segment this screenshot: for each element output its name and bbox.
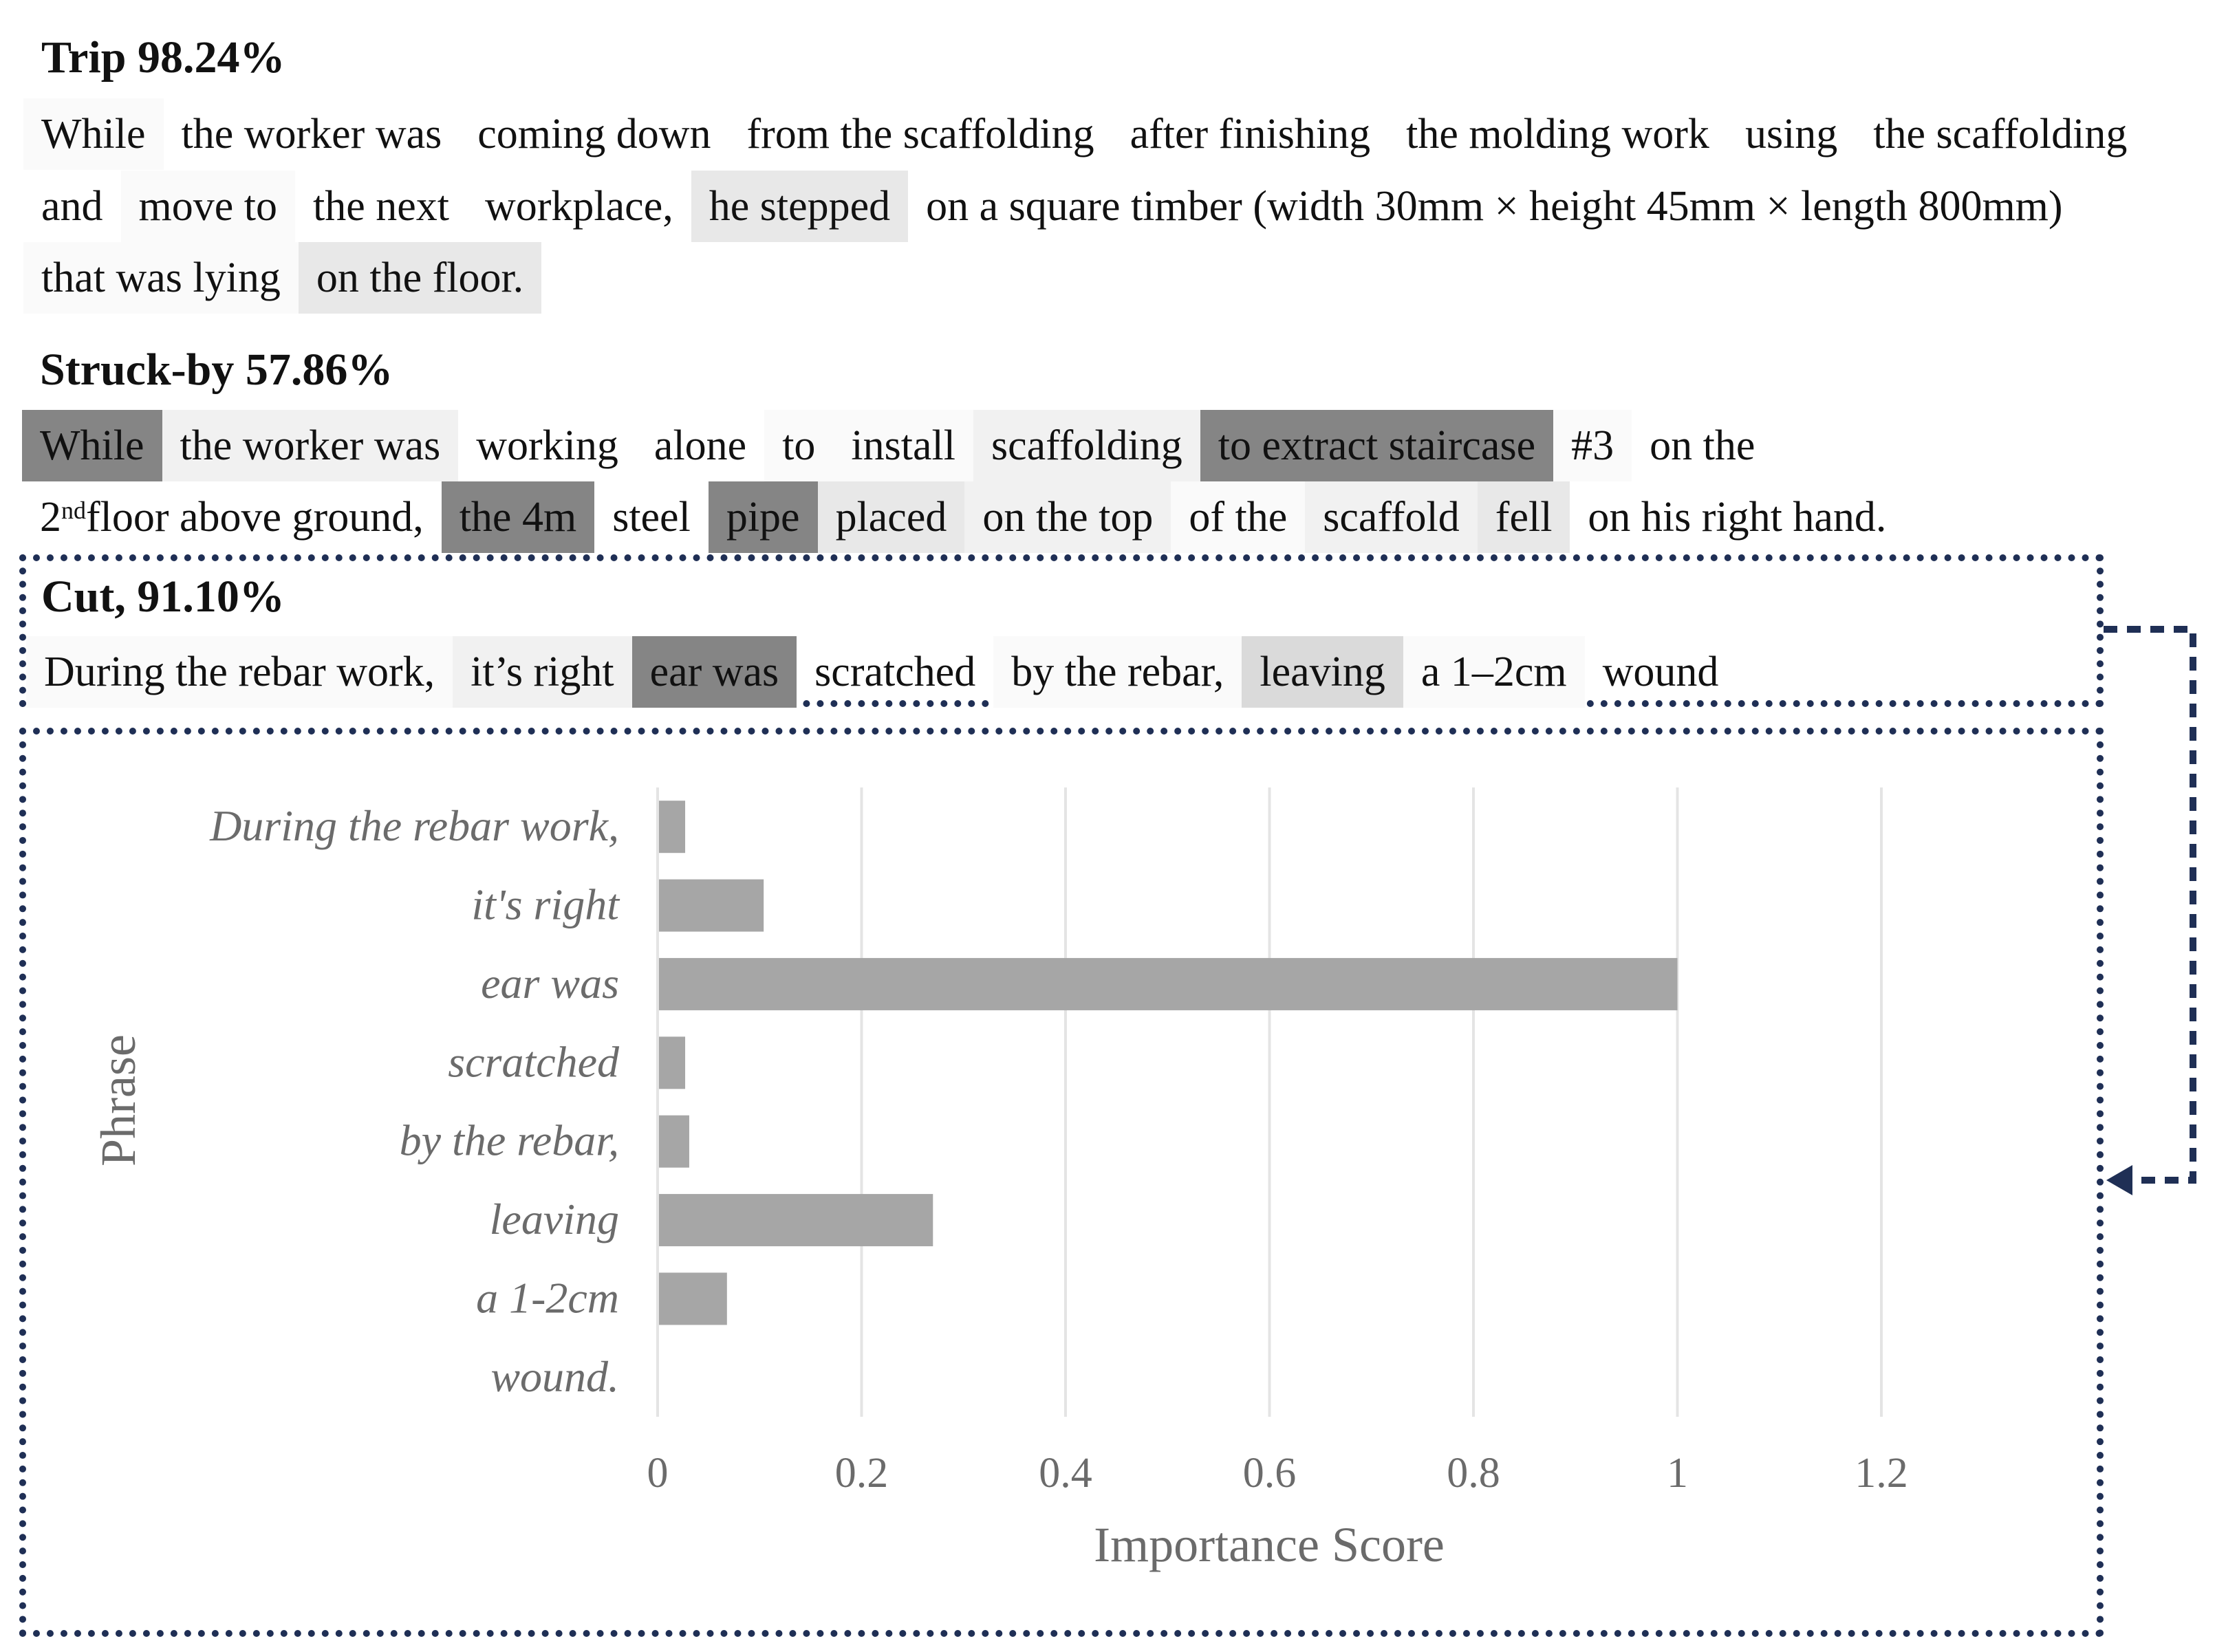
y-category-label: a 1-2cm [476,1273,619,1322]
bar [659,879,764,932]
bar [659,1036,686,1089]
x-tick-label: 0 [647,1450,669,1497]
y-category-label: by the rebar, [400,1116,619,1165]
y-category-label: it's right [471,880,620,929]
x-tick-label: 0.8 [1447,1450,1500,1497]
y-category-label: ear was [481,959,619,1008]
y-axis-title: Phrase [91,1034,146,1166]
bar [659,1194,933,1247]
bar [659,957,1678,1010]
bar [659,1115,689,1168]
y-category-label: leaving [490,1195,619,1243]
x-tick-label: 0.4 [1039,1450,1092,1497]
bar [659,1272,727,1325]
x-tick-label: 0.6 [1243,1450,1297,1497]
x-tick-label: 0.2 [835,1450,889,1497]
y-category-label: During the rebar work, [209,801,619,850]
x-axis-title: Importance Score [1094,1517,1445,1572]
x-tick-label: 1 [1667,1450,1688,1497]
bar [659,801,686,854]
y-category-label: scratched [448,1037,620,1086]
x-tick-label: 1.2 [1855,1450,1908,1497]
y-category-label: wound. [490,1352,619,1401]
importance-bar-chart: 0 0.2 0.4 0.6 0.8 1 1.2 During the rebar work, i… [91,787,1908,1572]
